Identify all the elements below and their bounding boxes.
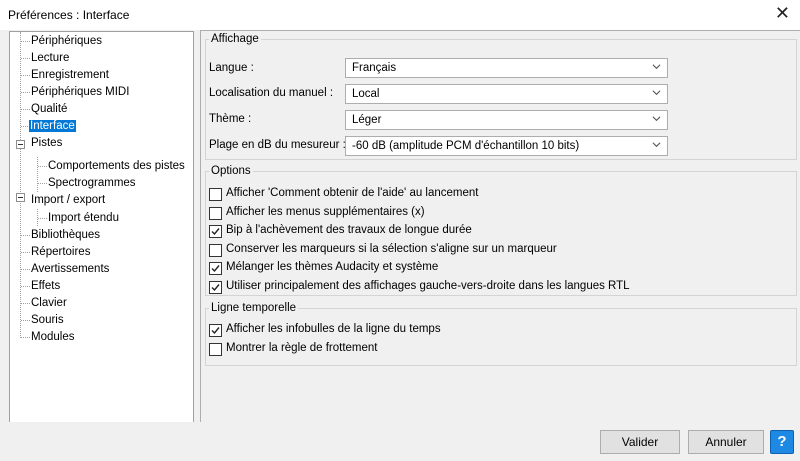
language-label: Langue : [209, 62, 254, 74]
chevron-down-icon [652, 90, 661, 96]
timeline-checkbox-label: Montrer la règle de frottement [226, 341, 378, 354]
tree-item-enregistrement[interactable]: Enregistrement [30, 67, 110, 84]
meter-label: Plage en dB du mesureur : [209, 139, 346, 151]
help-icon[interactable]: ? [770, 430, 794, 454]
chevron-down-icon [652, 116, 661, 122]
option-checkbox-label: Afficher 'Comment obtenir de l'aide' au … [226, 187, 479, 199]
option-checkbox-label: Utiliser principalement des affichages g… [226, 279, 630, 292]
tree-item-interface[interactable]: Interface [29, 118, 76, 135]
preferences-tree[interactable]: Périphériques Lecture Enregistrement Pér… [9, 31, 194, 423]
tree-item-souris[interactable]: Souris [30, 312, 65, 329]
theme-select[interactable]: Léger [345, 110, 668, 130]
valider-button[interactable]: Valider [600, 430, 680, 454]
footer-bar [0, 422, 800, 461]
settings-panel: Affichage Langue : Français Localisation… [200, 30, 800, 423]
tree-item-clavier[interactable]: Clavier [30, 295, 68, 312]
display-legend: Affichage [211, 33, 259, 45]
language-value: Français [352, 62, 397, 74]
option-checkbox-label: Bip à l'achèvement des travaux de longue… [226, 224, 472, 236]
tree-item-pistes[interactable]: Pistes [30, 135, 63, 152]
close-icon[interactable]: ✕ [775, 3, 790, 24]
checkmark-icon [211, 327, 220, 335]
manual-value: Local [352, 88, 380, 100]
tree-item-peripheriques[interactable]: Périphériques [30, 33, 103, 50]
tree-line [20, 32, 21, 338]
manual-label: Localisation du manuel : [209, 87, 334, 99]
meter-value: -60 dB (amplitude PCM d'échantillon 10 b… [352, 140, 580, 152]
title-bar: Préférences : Interface ✕ [0, 0, 800, 30]
checkbox-box[interactable] [209, 243, 222, 257]
option-checkbox-label: Conserver les marqueurs si la sélection … [226, 242, 557, 255]
checkmark-icon [211, 228, 220, 236]
meter-select[interactable]: -60 dB (amplitude PCM d'échantillon 10 b… [345, 136, 668, 156]
checkbox-box[interactable] [209, 206, 222, 220]
theme-label: Thème : [209, 113, 252, 125]
checkbox-box[interactable] [209, 342, 222, 356]
checkbox-box[interactable] [209, 188, 222, 201]
checkbox-box[interactable] [209, 280, 222, 294]
collapse-icon[interactable] [16, 193, 25, 202]
tree-item-comportements-pistes[interactable]: Comportements des pistes [47, 158, 186, 175]
tree-item-modules[interactable]: Modules [30, 329, 75, 346]
window-title: Préférences : Interface [8, 8, 130, 22]
checkbox-box[interactable] [209, 225, 222, 238]
checkbox-box[interactable] [209, 324, 222, 337]
checkmark-icon [211, 283, 220, 291]
options-legend: Options [211, 165, 251, 177]
tree-item-qualite[interactable]: Qualité [30, 101, 68, 118]
option-checkbox-label: Afficher les menus supplémentaires (x) [226, 205, 425, 218]
manual-select[interactable]: Local [345, 84, 668, 104]
tree-line [37, 157, 38, 192]
tree-item-import-export[interactable]: Import / export [30, 192, 106, 209]
timeline-checkbox-label: Afficher les infobulles de la ligne du t… [226, 323, 441, 335]
tree-item-lecture[interactable]: Lecture [30, 50, 70, 67]
checkmark-icon [211, 265, 220, 273]
annuler-button[interactable]: Annuler [688, 430, 764, 454]
tree-item-effets[interactable]: Effets [30, 278, 61, 295]
tree-item-bibliotheques[interactable]: Bibliothèques [30, 227, 101, 244]
checkbox-box[interactable] [209, 262, 222, 275]
chevron-down-icon [652, 64, 661, 70]
chevron-down-icon [652, 142, 661, 148]
theme-value: Léger [352, 114, 382, 126]
tree-item-import-etendu[interactable]: Import étendu [47, 210, 120, 227]
tree-item-spectrogrammes[interactable]: Spectrogrammes [47, 175, 137, 192]
tree-item-avertissements[interactable]: Avertissements [30, 261, 110, 278]
language-select[interactable]: Français [345, 58, 668, 78]
tree-item-repertoires[interactable]: Répertoires [30, 244, 91, 261]
collapse-icon[interactable] [16, 140, 25, 149]
timeline-legend: Ligne temporelle [211, 302, 297, 314]
option-checkbox-label: Mélanger les thèmes Audacity et système [226, 261, 439, 273]
tree-item-midi[interactable]: Périphériques MIDI [30, 84, 130, 101]
